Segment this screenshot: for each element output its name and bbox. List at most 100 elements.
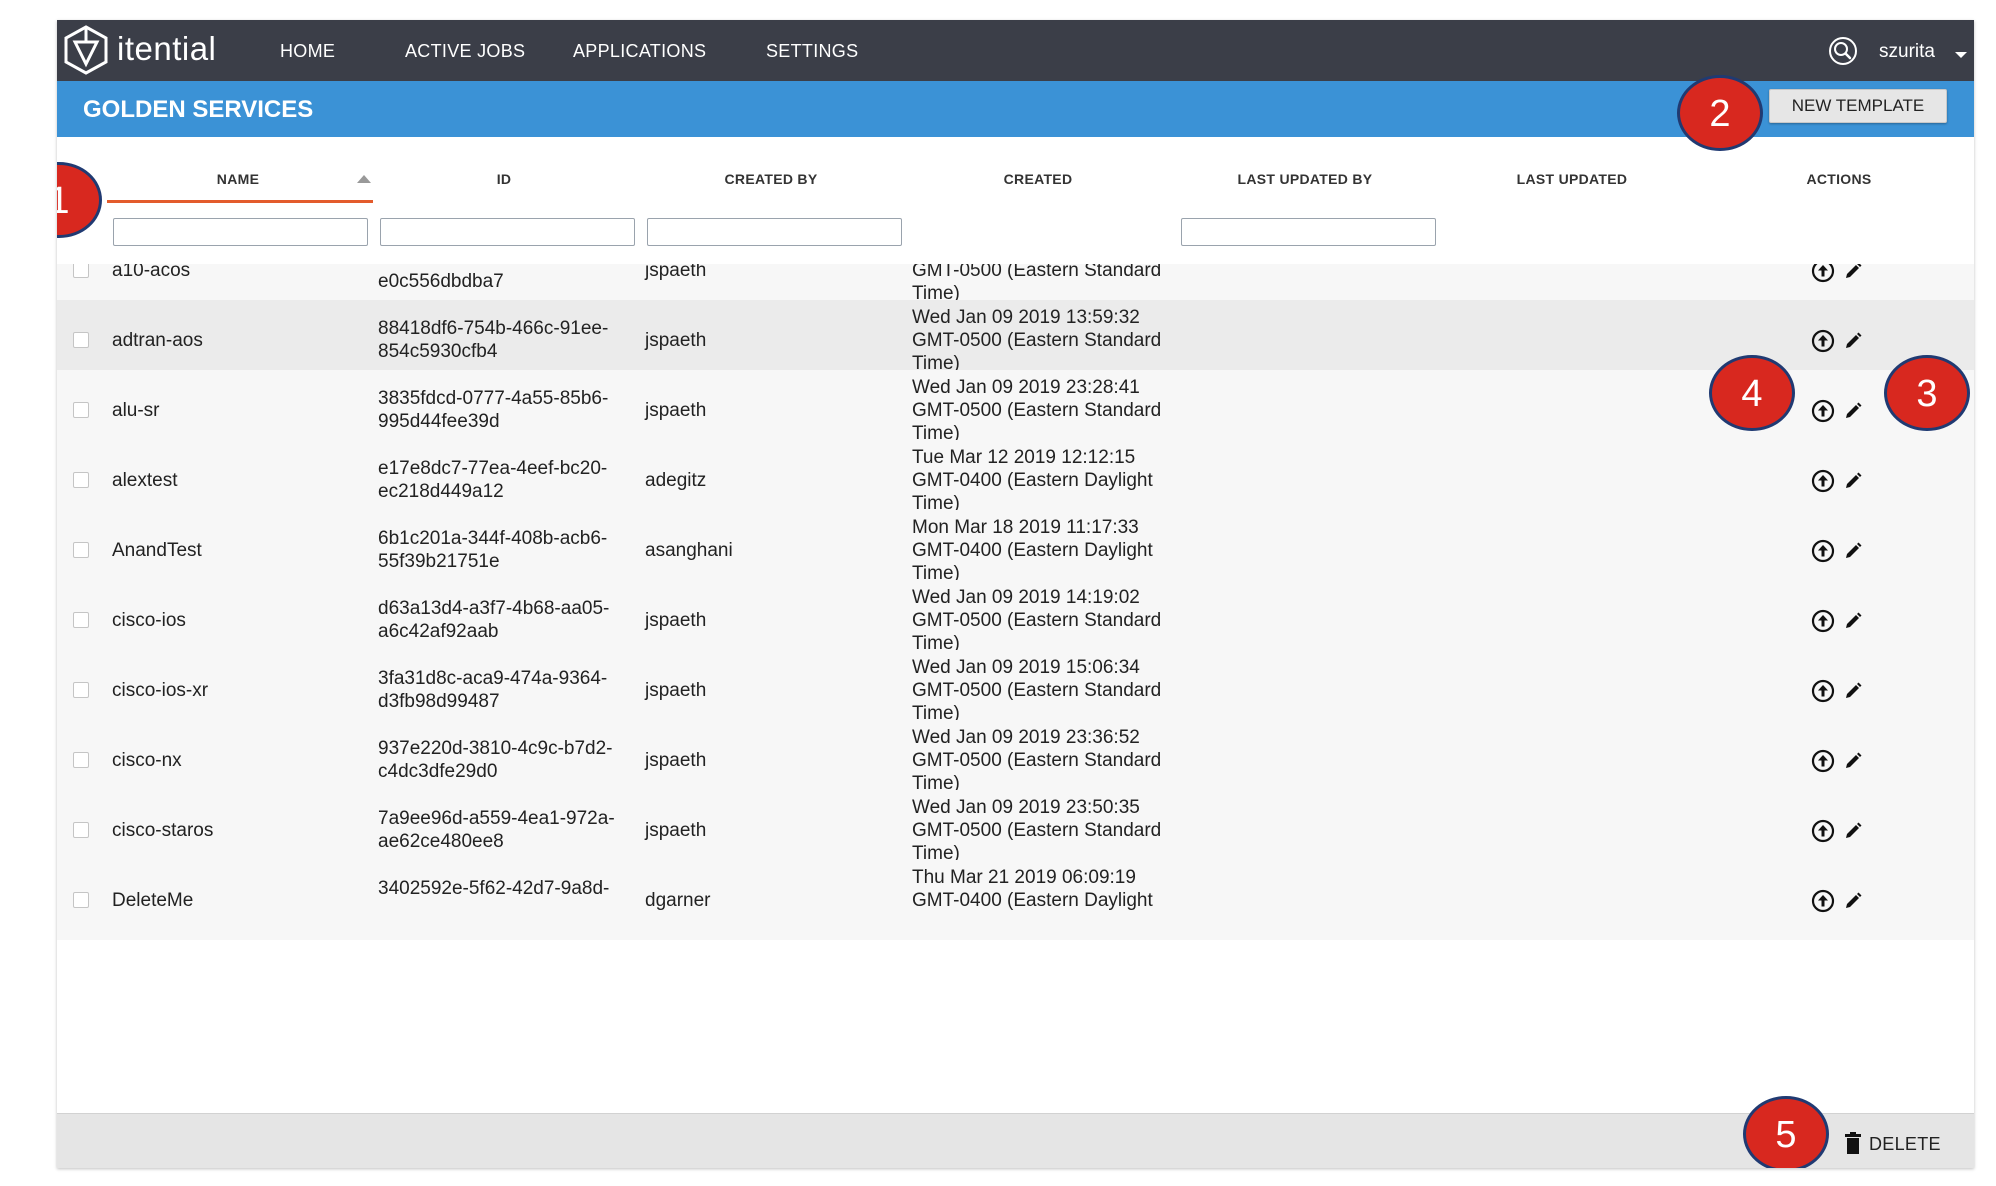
row-checkbox[interactable] bbox=[73, 822, 89, 838]
cell-created: Wed Jan 09 2019 23:28:41 GMT-0500 (Easte… bbox=[912, 377, 1162, 444]
search-icon[interactable] bbox=[1828, 36, 1858, 66]
filter-created-by-input[interactable] bbox=[647, 218, 902, 246]
filter-id-input[interactable] bbox=[380, 218, 635, 246]
table-row[interactable]: cisco-staros 7a9ee96d-a559-4ea1-972a-ae62… bbox=[57, 790, 1974, 870]
table-row[interactable]: DeleteMe 3402592e-5f62-42d7-9a8d-dgarner T… bbox=[57, 860, 1974, 940]
cell-created-by: dgarner bbox=[645, 890, 711, 911]
cell-id: d63a13d4-a3f7-4b68-aa05-a6c42af92aab bbox=[378, 598, 610, 642]
sort-indicator-underline bbox=[107, 200, 373, 203]
pencil-icon[interactable] bbox=[1843, 891, 1863, 911]
upload-arrow-circle-icon[interactable] bbox=[1811, 889, 1835, 913]
column-header-last-updated[interactable]: LAST UPDATED bbox=[1443, 171, 1701, 187]
cell-name[interactable]: alu-sr bbox=[112, 399, 160, 422]
callout-marker-2: 2 bbox=[1677, 75, 1763, 151]
pencil-icon[interactable] bbox=[1843, 681, 1863, 701]
pencil-icon[interactable] bbox=[1843, 264, 1863, 281]
filter-name-input[interactable] bbox=[113, 218, 368, 246]
callout-marker-1: 1 bbox=[57, 162, 102, 238]
cell-created-by: jspaeth bbox=[645, 264, 707, 281]
nav-applications[interactable]: APPLICATIONS bbox=[573, 41, 706, 62]
pencil-icon[interactable] bbox=[1843, 331, 1863, 351]
upload-arrow-circle-icon[interactable] bbox=[1811, 399, 1835, 423]
row-checkbox[interactable] bbox=[73, 752, 89, 768]
table-row[interactable]: adtran-aos 88418df6-754b-466c-91ee-854c59… bbox=[57, 300, 1974, 380]
filter-last-updated-by-input[interactable] bbox=[1181, 218, 1436, 246]
pencil-icon[interactable] bbox=[1843, 541, 1863, 561]
row-checkbox[interactable] bbox=[73, 264, 89, 278]
page-title: GOLDEN SERVICES bbox=[83, 96, 314, 123]
sort-ascending-icon[interactable] bbox=[357, 175, 371, 183]
upload-arrow-circle-icon[interactable] bbox=[1811, 264, 1835, 283]
table-body: a10-acos d759b68a-c475-4ddf-a219-e0c556db… bbox=[57, 264, 1974, 1119]
nav-settings[interactable]: SETTINGS bbox=[766, 41, 858, 62]
column-header-created-by[interactable]: CREATED BY bbox=[642, 171, 900, 187]
chevron-down-icon[interactable] bbox=[1955, 52, 1967, 58]
cell-id: 3835fdcd-0777-4a55-85b6-995d44fee39d bbox=[378, 388, 609, 432]
row-checkbox[interactable] bbox=[73, 472, 89, 488]
upload-arrow-circle-icon[interactable] bbox=[1811, 609, 1835, 633]
cell-created: Mon Mar 18 2019 11:17:33 GMT-0400 (Easte… bbox=[912, 517, 1153, 584]
upload-arrow-circle-icon[interactable] bbox=[1811, 819, 1835, 843]
user-menu[interactable]: szurita bbox=[1879, 41, 1935, 63]
cell-id: 937e220d-3810-4c9c-b7d2-c4dc3dfe29d0 bbox=[378, 738, 613, 782]
cell-created-by: jspaeth bbox=[645, 400, 707, 421]
top-navbar: itential HOME ACTIVE JOBS APPLICATIONS S… bbox=[57, 20, 1974, 81]
table-row[interactable]: alextest e17e8dc7-77ea-4eef-bc20-ec218d44… bbox=[57, 440, 1974, 520]
upload-arrow-circle-icon[interactable] bbox=[1811, 679, 1835, 703]
cell-name[interactable]: cisco-staros bbox=[112, 819, 213, 842]
cell-id: 7a9ee96d-a559-4ea1-972a-ae62ce480ee8 bbox=[378, 808, 615, 852]
row-checkbox[interactable] bbox=[73, 612, 89, 628]
upload-arrow-circle-icon[interactable] bbox=[1811, 749, 1835, 773]
row-checkbox[interactable] bbox=[73, 402, 89, 418]
cell-created-by: asanghani bbox=[645, 540, 733, 561]
cell-created-by: jspaeth bbox=[645, 610, 707, 631]
cell-name[interactable]: cisco-nx bbox=[112, 749, 182, 772]
table-row[interactable]: cisco-ios-xr 3fa31d8c-aca9-474a-9364-d3fb… bbox=[57, 650, 1974, 730]
table-footer: DELETE bbox=[57, 1113, 1974, 1168]
table-row[interactable]: cisco-nx 937e220d-3810-4c9c-b7d2-c4dc3dfe… bbox=[57, 720, 1974, 800]
pencil-icon[interactable] bbox=[1843, 751, 1863, 771]
brand-name[interactable]: itential bbox=[117, 30, 216, 68]
column-header-id[interactable]: ID bbox=[375, 171, 633, 187]
cell-created-by: adegitz bbox=[645, 470, 707, 491]
cell-name[interactable]: DeleteMe bbox=[112, 889, 193, 912]
row-checkbox[interactable] bbox=[73, 892, 89, 908]
cell-created-by: jspaeth bbox=[645, 750, 707, 771]
nav-active-jobs[interactable]: ACTIVE JOBS bbox=[405, 41, 525, 62]
cell-created: Tue Mar 12 2019 12:12:15 GMT-0400 (Easte… bbox=[912, 447, 1153, 514]
table-row[interactable]: alu-sr 3835fdcd-0777-4a55-85b6-995d44fee3… bbox=[57, 370, 1974, 450]
cell-created: Wed Jan 09 2019 23:50:35 GMT-0500 (Easte… bbox=[912, 797, 1162, 864]
pencil-icon[interactable] bbox=[1843, 611, 1863, 631]
table-row[interactable]: AnandTest 6b1c201a-344f-408b-acb6-55f39b2… bbox=[57, 510, 1974, 590]
callout-marker-4: 4 bbox=[1709, 355, 1795, 431]
table-row[interactable]: cisco-ios d63a13d4-a3f7-4b68-aa05-a6c42af… bbox=[57, 580, 1974, 660]
itential-logo-icon[interactable] bbox=[60, 24, 112, 76]
cell-name[interactable]: a10-acos bbox=[112, 264, 190, 282]
delete-button[interactable]: DELETE bbox=[1869, 1134, 1941, 1155]
upload-arrow-circle-icon[interactable] bbox=[1811, 469, 1835, 493]
column-header-last-updated-by[interactable]: LAST UPDATED BY bbox=[1176, 171, 1434, 187]
row-checkbox[interactable] bbox=[73, 682, 89, 698]
cell-created-by: jspaeth bbox=[645, 680, 707, 701]
cell-name[interactable]: cisco-ios-xr bbox=[112, 679, 208, 702]
column-header-created[interactable]: CREATED bbox=[909, 171, 1167, 187]
cell-name[interactable]: adtran-aos bbox=[112, 329, 203, 352]
trash-icon[interactable] bbox=[1844, 1132, 1862, 1154]
cell-name[interactable]: alextest bbox=[112, 469, 177, 492]
new-template-button[interactable]: NEW TEMPLATE bbox=[1769, 89, 1947, 123]
cell-id: 3402592e-5f62-42d7-9a8d- bbox=[378, 878, 610, 899]
column-header-name[interactable]: NAME bbox=[109, 171, 367, 187]
app-window: itential HOME ACTIVE JOBS APPLICATIONS S… bbox=[57, 20, 1974, 1168]
cell-name[interactable]: cisco-ios bbox=[112, 609, 186, 632]
row-checkbox[interactable] bbox=[73, 332, 89, 348]
row-checkbox[interactable] bbox=[73, 542, 89, 558]
nav-home[interactable]: HOME bbox=[280, 41, 335, 62]
cell-created: Wed Jan 09 2019 15:06:34 GMT-0500 (Easte… bbox=[912, 657, 1162, 724]
upload-arrow-circle-icon[interactable] bbox=[1811, 329, 1835, 353]
pencil-icon[interactable] bbox=[1843, 471, 1863, 491]
pencil-icon[interactable] bbox=[1843, 821, 1863, 841]
cell-created-by: jspaeth bbox=[645, 330, 707, 351]
pencil-icon[interactable] bbox=[1843, 401, 1863, 421]
upload-arrow-circle-icon[interactable] bbox=[1811, 539, 1835, 563]
cell-name[interactable]: AnandTest bbox=[112, 539, 202, 562]
